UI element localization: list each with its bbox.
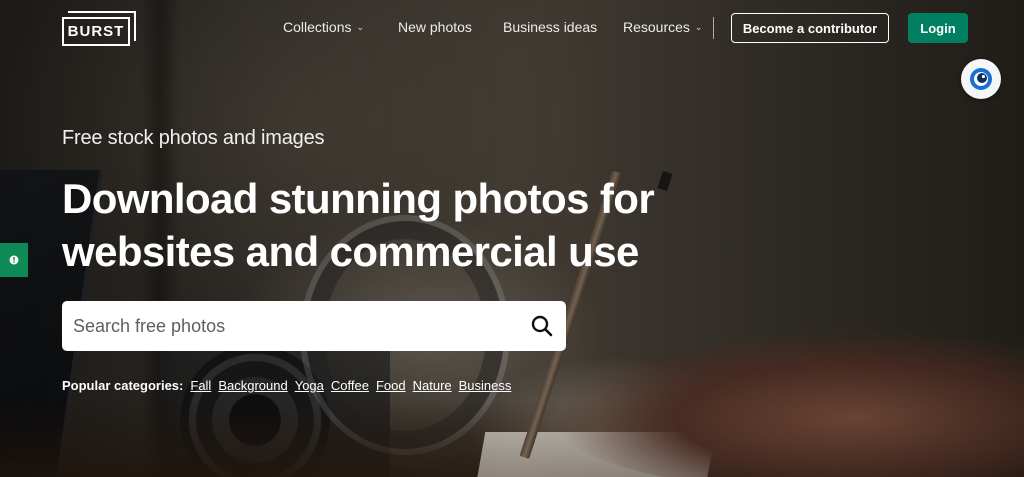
search-icon [531,315,553,337]
nav-business-ideas[interactable]: Business ideas [503,19,597,35]
hero-headline-line2: websites and commercial use [62,228,639,275]
nav-new-photos-label: New photos [398,19,472,35]
category-link-food[interactable]: Food [376,378,406,393]
category-link-background[interactable]: Background [218,378,287,393]
nav-collections[interactable]: Collections ⌄ [283,19,364,35]
search-input[interactable] [62,302,502,350]
popular-categories-label: Popular categories: [62,378,184,393]
burst-logo[interactable]: BURST [62,11,136,47]
category-link-coffee[interactable]: Coffee [331,378,369,393]
logo-text: BURST [62,17,130,46]
extension-widget[interactable] [961,59,1001,99]
hero-headline-line1: Download stunning photos for [62,175,655,222]
category-link-nature[interactable]: Nature [413,378,452,393]
category-link-business[interactable]: Business [459,378,512,393]
nav-divider [713,17,714,39]
site-header: BURST Collections ⌄ New photos Business … [0,0,1024,58]
chevron-down-icon: ⌄ [356,21,365,32]
nav-resources-label: Resources [623,19,690,35]
login-button[interactable]: Login [908,13,968,43]
nav-new-photos[interactable]: New photos [398,19,472,35]
popular-categories: Popular categories: Fall Background Yoga… [62,378,511,393]
hero-headline: Download stunning photos for websites an… [62,172,702,278]
search-button[interactable] [530,314,554,338]
nav-collections-label: Collections [283,19,352,35]
feedback-tab[interactable] [0,243,28,277]
category-link-yoga[interactable]: Yoga [295,378,324,393]
nav-resources[interactable]: Resources ⌄ [623,19,702,35]
search-bar [62,301,566,351]
category-link-fall[interactable]: Fall [190,378,211,393]
hero-eyebrow: Free stock photos and images [62,127,325,149]
become-contributor-button[interactable]: Become a contributor [731,13,889,43]
chevron-down-icon: ⌄ [694,21,703,32]
info-icon [9,255,19,265]
nav-business-ideas-label: Business ideas [503,19,598,35]
extension-icon [970,68,992,90]
